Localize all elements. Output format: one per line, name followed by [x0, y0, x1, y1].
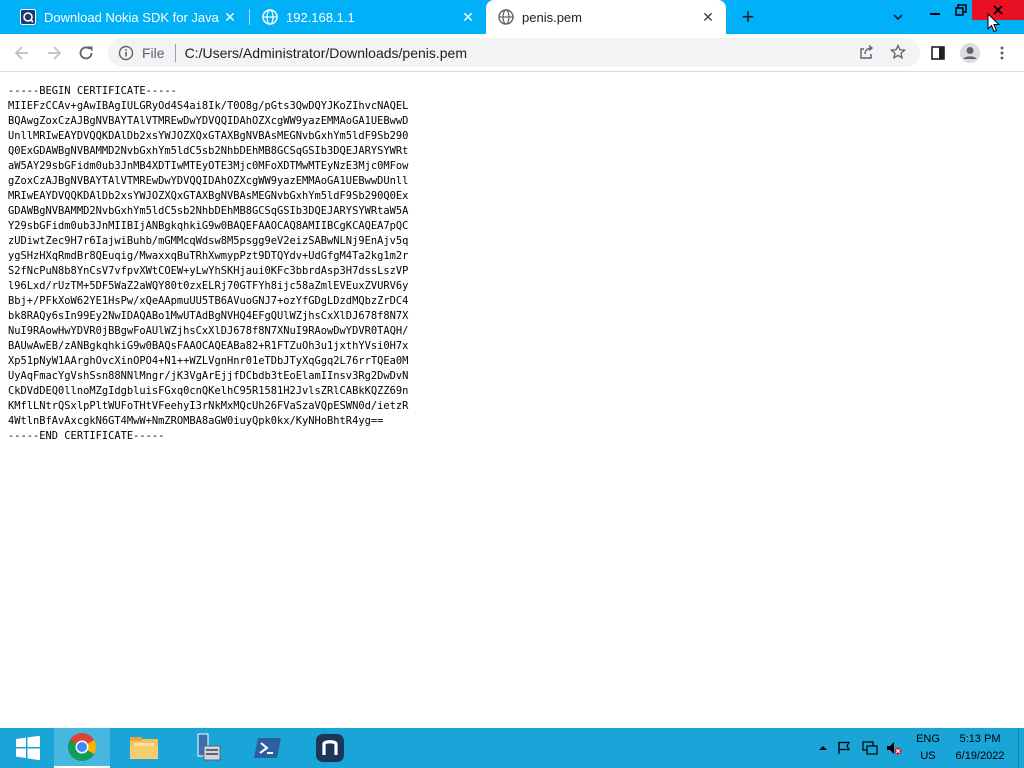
- region-indicator[interactable]: US: [910, 750, 946, 762]
- certificate-line: Y29sbGFidm0ub3JnMIIBIjANBgkqhkiG9w0BAQEF…: [8, 220, 409, 232]
- globe-icon: [498, 9, 514, 25]
- minimize-icon[interactable]: [922, 0, 948, 20]
- certificate-line: l96Lxd/rUzTM+5DF5WaZ2aWQY80t0zxELRj70GTF…: [8, 280, 409, 292]
- certificate-line: S2fNcPuN8b8YnCsV7vfpvXWtCOEW+yLwYhSKHjau…: [8, 265, 409, 277]
- chevron-up-icon[interactable]: [815, 740, 831, 756]
- show-desktop-button[interactable]: [1018, 728, 1024, 768]
- side-panel-icon[interactable]: [925, 40, 951, 66]
- certificate-text: -----BEGIN CERTIFICATE----- MIIEFzCCAv+g…: [8, 84, 408, 444]
- certificate-line: Bbj+/PFkXoW62YE1HsPw/xQeAApmuUU5TB6AVuoG…: [8, 295, 409, 307]
- certificate-line: MIIEFzCCAv+gAwIBAgIULGRyOd4S4ai8Ik/T0O8g…: [8, 100, 409, 112]
- certificate-line: -----END CERTIFICATE-----: [8, 430, 165, 442]
- certificate-line: MRIwEAYDVQQKDAlDb2xsYWJOZXQxGTAXBgNVBAsM…: [8, 190, 409, 202]
- certificate-line: BAUwAwEB/zANBgkqhkiG9w0BAQsFAAOCAQEABa82…: [8, 340, 409, 352]
- close-tab-icon[interactable]: ✕: [458, 7, 478, 27]
- back-icon[interactable]: [9, 40, 35, 66]
- mouse-cursor-icon: [987, 12, 1001, 33]
- certificate-line: BQAwgZoxCzAJBgNVBAYTAlVTMREwDwYDVQQIDAhO…: [8, 115, 409, 127]
- network-icon[interactable]: [862, 740, 878, 756]
- tab-nokia-sdk[interactable]: Download Nokia SDK for Java by ✕: [8, 0, 248, 34]
- share-icon[interactable]: [855, 41, 877, 63]
- tab-title: Download Nokia SDK for Java by: [44, 9, 220, 25]
- restore-icon[interactable]: [948, 0, 974, 20]
- forward-icon[interactable]: [41, 40, 67, 66]
- address-bar[interactable]: File C:/Users/Administrator/Downloads/pe…: [108, 38, 920, 67]
- certificate-line: bk8RAQy6sIn99Ey2NwIDAQABo1MwUTAdBgNVHQ4E…: [8, 310, 409, 322]
- info-icon[interactable]: [118, 45, 134, 61]
- omnibox-divider: [174, 43, 176, 62]
- tab-title: penis.pem: [522, 9, 582, 25]
- browser-toolbar: File C:/Users/Administrator/Downloads/pe…: [0, 34, 1024, 72]
- tab-penis-pem[interactable]: penis.pem ✕: [486, 0, 726, 34]
- tab-title: 192.168.1.1: [286, 9, 355, 25]
- nessus-icon[interactable]: [302, 728, 358, 768]
- tab-strip: Download Nokia SDK for Java by ✕ 192.168…: [0, 0, 1024, 34]
- windows-start-icon[interactable]: [0, 728, 56, 768]
- certificate-line: ygSHzHXqRmdBr8QEuqig/MwaxxqBuTRhXwmypPzt…: [8, 250, 409, 262]
- powershell-icon[interactable]: [240, 728, 296, 768]
- clock-date[interactable]: 6/19/2022: [950, 750, 1010, 762]
- url-text[interactable]: C:/Users/Administrator/Downloads/penis.p…: [185, 45, 467, 61]
- certificate-line: UnllMRIwEAYDVQQKDAlDb2xsYWJOZXQxGTAXBgNV…: [8, 130, 409, 142]
- chrome-icon[interactable]: [54, 728, 110, 768]
- close-tab-icon[interactable]: ✕: [220, 7, 240, 27]
- profile-icon[interactable]: [957, 40, 983, 66]
- file-explorer-icon[interactable]: [116, 728, 172, 768]
- certificate-line: aW5AY29sbGFidm0ub3JnMB4XDTIwMTEyOTE3Mjc0…: [8, 160, 409, 172]
- action-center-flag-icon[interactable]: [836, 740, 852, 756]
- page-content: -----BEGIN CERTIFICATE----- MIIEFzCCAv+g…: [0, 72, 1024, 728]
- certificate-line: KMflLNtrQSxlpPltWUFoTHtVFeehyI3rNkMxMQcU…: [8, 400, 409, 412]
- language-indicator[interactable]: ENG: [910, 733, 946, 745]
- certificate-line: -----BEGIN CERTIFICATE-----: [8, 85, 177, 97]
- new-tab-button[interactable]: +: [734, 4, 762, 30]
- star-icon[interactable]: [887, 41, 909, 63]
- certificate-line: GDAWBgNVBAMMD2NvbGxhYm5ldC5sb2NhbDEhMB8G…: [8, 205, 409, 217]
- chevron-down-icon[interactable]: [887, 6, 909, 28]
- volume-muted-icon[interactable]: [886, 740, 902, 756]
- globe-icon: [262, 9, 278, 25]
- clock-time[interactable]: 5:13 PM: [950, 733, 1010, 745]
- scheme-label: File: [142, 44, 165, 61]
- certificate-line: NuI9RAowHwYDVR0jBBgwFoAUlWZjhsCxXlDJ678f…: [8, 325, 409, 337]
- browser-window: Download Nokia SDK for Java by ✕ 192.168…: [0, 0, 1024, 728]
- server-manager-icon[interactable]: [178, 728, 234, 768]
- certificate-line: CkDVdDEQ0llnoMZgIdgbluisFGxq0cnQKelhC95R…: [8, 385, 409, 397]
- certificate-line: gZoxCzAJBgNVBAYTAlVTMREwDwYDVQQIDAhOZXcg…: [8, 175, 409, 187]
- certificate-line: 4WtlnBfAvAxcgkN6GT4MwW+NmZROMBA8aGW0iuyQ…: [8, 415, 384, 427]
- reload-icon[interactable]: [73, 40, 99, 66]
- certificate-line: zUDiwtZec9H7r6IajwiBuhb/mGMMcqWdsw8M5psg…: [8, 235, 409, 247]
- nokia-square-icon: [20, 9, 36, 25]
- certificate-line: UyAqFmacYgVshSsn88NNlMngr/jK3VgArEjjfDCb…: [8, 370, 409, 382]
- close-tab-icon[interactable]: ✕: [698, 7, 718, 27]
- certificate-line: Q0ExGDAWBgNVBAMMD2NvbGxhYm5ldC5sb2NhbDEh…: [8, 145, 409, 157]
- certificate-line: Xp51pNyW1AArghOvcXinOPO4+N1++WZLVgnHnr01…: [8, 355, 409, 367]
- tab-router[interactable]: 192.168.1.1 ✕: [250, 0, 486, 34]
- taskbar: ENG US 5:13 PM 6/19/2022: [0, 728, 1024, 768]
- menu-icon[interactable]: [989, 40, 1015, 66]
